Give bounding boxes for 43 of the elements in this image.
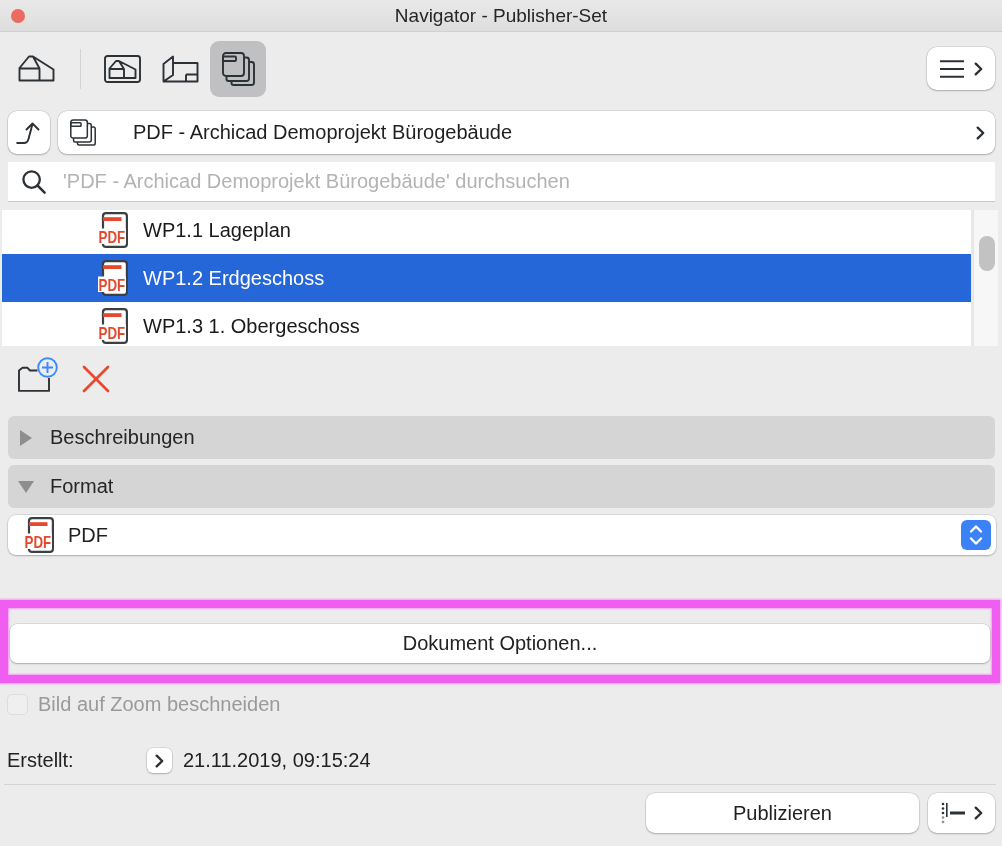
search-field[interactable]: 'PDF - Archicad Demoprojekt Bürogebäude' durchsuchen — [8, 162, 995, 202]
publish-button[interactable]: Publizieren — [646, 793, 919, 833]
created-date: 21.11.2019, 09:15:24 — [183, 749, 371, 772]
delete-button[interactable] — [82, 365, 110, 393]
pdf-file-icon: PDF — [98, 260, 130, 296]
window-title: Navigator - Publisher-Set — [394, 4, 608, 27]
list-item[interactable]: PDF WP1.2 Erdgeschoss — [2, 254, 971, 302]
scrollbar-thumb[interactable] — [979, 236, 995, 271]
framed-house-icon — [103, 54, 141, 83]
chevron-icon — [973, 806, 983, 820]
menu-button[interactable] — [927, 47, 995, 90]
chevron-icon — [973, 61, 983, 76]
stacked-pages-icon — [70, 119, 96, 146]
up-button[interactable] — [8, 111, 50, 154]
document-options-button[interactable]: Dokument Optionen... — [10, 624, 990, 663]
pdf-file-icon: PDF — [98, 308, 130, 344]
stacked-pages-icon — [221, 51, 255, 86]
list-icon — [940, 802, 965, 824]
section-header[interactable]: Beschreibungen — [8, 416, 995, 459]
search-icon — [22, 170, 46, 194]
curved-arrow-icon — [16, 120, 42, 145]
pdf-file-icon: PDF — [24, 517, 56, 553]
options-button[interactable] — [928, 793, 995, 833]
expand-button[interactable] — [147, 748, 172, 773]
cross-icon — [82, 365, 110, 393]
chevron-icon — [976, 125, 985, 140]
list-item[interactable]: PDF WP1.3 1. Obergeschoss — [2, 302, 971, 346]
scrollbar[interactable] — [973, 210, 998, 346]
sheet-icon — [161, 54, 199, 83]
checkbox-label: Bild auf Zoom beschneiden — [38, 692, 281, 716]
view-tab[interactable] — [210, 40, 266, 97]
section-header[interactable]: Format — [8, 465, 995, 508]
menu-icon — [939, 59, 964, 78]
new-folder-button[interactable] — [18, 357, 58, 392]
format-dropdown[interactable]: PDF PDF — [8, 515, 996, 555]
created-label: Erstellt: — [7, 749, 75, 772]
stepper-icon — [961, 520, 991, 550]
pdf-file-icon: PDF — [98, 212, 130, 248]
list-item[interactable]: PDF WP1.1 Lageplan — [2, 210, 971, 254]
house-icon — [17, 55, 55, 82]
path-button[interactable]: PDF - Archicad Demoprojekt Bürogebäude — [58, 111, 995, 154]
folder-plus-icon — [18, 357, 58, 392]
chevron-icon — [155, 753, 164, 768]
